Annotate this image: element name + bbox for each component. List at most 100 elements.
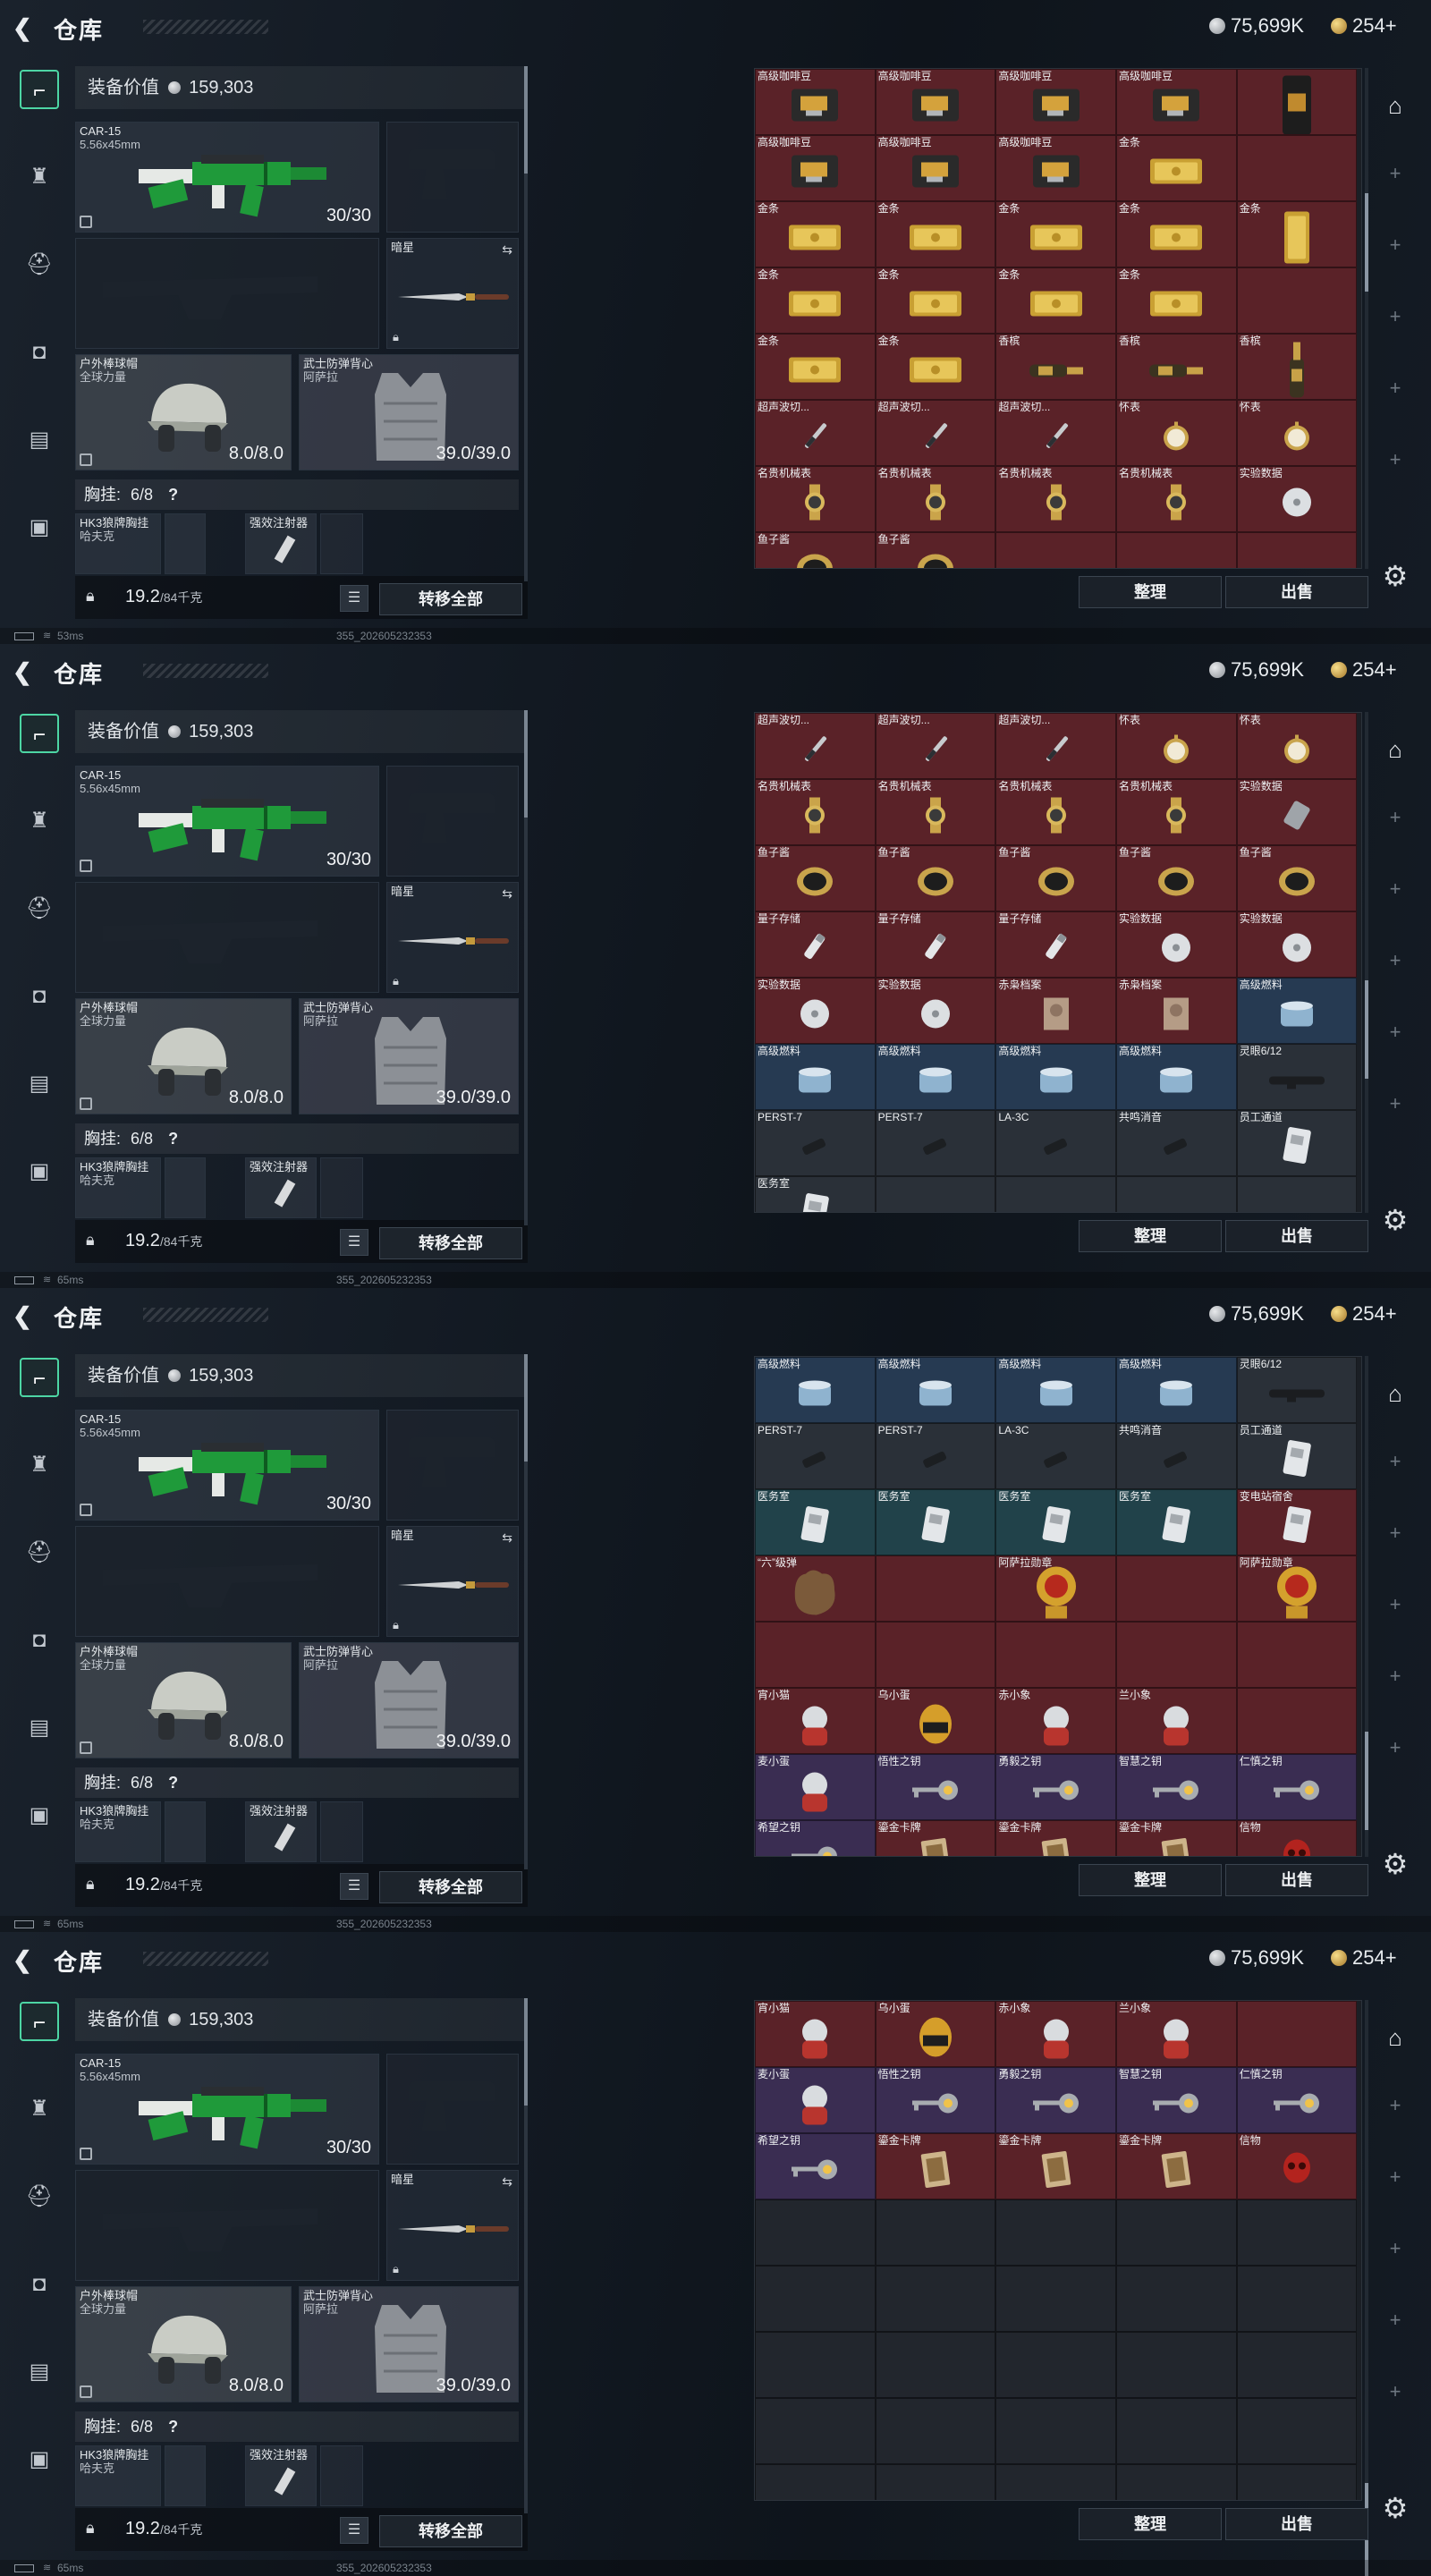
stash-item[interactable]: 鱼子酱 xyxy=(995,845,1117,911)
stash-item[interactable]: 鎏金卡牌 xyxy=(995,2133,1117,2199)
help-icon[interactable]: ? xyxy=(168,1130,178,1148)
grid-cell-empty[interactable] xyxy=(755,1622,876,1688)
empty-chest-slot[interactable] xyxy=(320,1157,363,1218)
stash-item[interactable]: 高级咖啡豆 xyxy=(755,135,876,201)
stash-scrollbar[interactable] xyxy=(1365,68,1368,569)
loadout-scrollbar[interactable] xyxy=(524,1998,528,2513)
secondary-weapon-slot[interactable] xyxy=(75,1526,379,1637)
case-icon[interactable]: ▣ xyxy=(20,1152,59,1191)
stash-item[interactable]: 鱼子酱 xyxy=(1236,845,1358,911)
chest-item-slot[interactable] xyxy=(165,513,206,574)
pouch-icon[interactable]: ▤ xyxy=(20,1064,59,1104)
stash-item[interactable]: 灵眼6/12 xyxy=(1236,1357,1358,1423)
stash-item[interactable]: 悟性之钥 xyxy=(875,2067,996,2133)
stash-item[interactable]: PERST-7 xyxy=(755,1110,876,1176)
list-view-button[interactable]: ☰ xyxy=(340,2517,368,2544)
stash-item[interactable]: 怀表 xyxy=(1236,400,1358,466)
stash-item[interactable]: 员工通道 xyxy=(1236,1110,1358,1176)
stash-item[interactable]: 量子存储 xyxy=(875,911,996,978)
stash-item[interactable]: 名贵机械表 xyxy=(1116,779,1237,845)
helmet-slot[interactable]: 户外棒球帽 全球力量 8.0/8.0 xyxy=(75,1642,292,1758)
stash-item[interactable]: 悟性之钥 xyxy=(875,1754,996,1820)
chest-rig-slot[interactable]: HK3狼牌胸挂 哈夫克 xyxy=(75,2445,161,2506)
stash-item[interactable]: 医务室 xyxy=(875,1489,996,1555)
pistol-slot[interactable] xyxy=(386,1410,519,1521)
stash-item[interactable]: 仁慎之钥 xyxy=(1236,2067,1358,2133)
transfer-all-button[interactable]: 转移全部 xyxy=(379,1871,522,1903)
stash-item[interactable]: 医务室 xyxy=(755,1176,876,1212)
stash-item[interactable]: 超声波切... xyxy=(995,400,1117,466)
stash-item[interactable]: 怀表 xyxy=(1236,713,1358,779)
pouch-icon[interactable]: ▤ xyxy=(20,1708,59,1748)
stash-item[interactable]: 名贵机械表 xyxy=(995,779,1117,845)
stash-item[interactable]: PERST-7 xyxy=(755,1423,876,1489)
pistol-icon[interactable]: ⌐ xyxy=(20,2002,59,2041)
grid-cell-empty[interactable] xyxy=(995,532,1117,568)
stash-item[interactable]: 金条 xyxy=(1116,267,1237,334)
grid-cell-empty[interactable] xyxy=(995,2464,1117,2500)
stash-item[interactable]: 名贵机械表 xyxy=(995,466,1117,532)
stash-item[interactable]: 香槟 xyxy=(995,334,1117,400)
grid-cell-empty[interactable] xyxy=(1116,2398,1237,2464)
grid-cell-empty[interactable] xyxy=(1116,2332,1237,2398)
stash-item[interactable]: 高级燃料 xyxy=(755,1357,876,1423)
stash-item[interactable]: 医务室 xyxy=(1116,1489,1237,1555)
stash-item[interactable]: 名贵机械表 xyxy=(875,466,996,532)
sort-button[interactable]: 整理 xyxy=(1079,1864,1222,1896)
grid-cell-empty[interactable] xyxy=(1236,2398,1358,2464)
add-tab-icon[interactable]: + xyxy=(1374,1658,1417,1694)
settings-gear-icon[interactable]: ⚙ xyxy=(1377,1202,1413,1238)
stash-item[interactable]: 金条 xyxy=(755,201,876,267)
helmet-slot[interactable]: 户外棒球帽 全球力量 8.0/8.0 xyxy=(75,354,292,470)
lock-icon[interactable]: 🔒︎ xyxy=(86,587,104,606)
stash-item[interactable]: 智慧之钥 xyxy=(1116,2067,1237,2133)
stash-item[interactable]: 高级燃料 xyxy=(1116,1044,1237,1110)
primary-weapon-slot[interactable]: CAR-15 5.56x45mm 30/30 xyxy=(75,1410,379,1521)
injector-slot[interactable]: 强效注射器 xyxy=(245,1801,317,1862)
empty-chest-slot[interactable] xyxy=(320,513,363,574)
stash-item[interactable]: 高级燃料 xyxy=(1236,978,1358,1044)
grid-cell-empty[interactable] xyxy=(1116,532,1237,568)
grid-cell-empty[interactable] xyxy=(1236,1688,1358,1754)
stash-item[interactable]: PERST-7 xyxy=(875,1110,996,1176)
stash-item[interactable]: 超声波切... xyxy=(755,713,876,779)
pouch-icon[interactable]: ▤ xyxy=(20,2352,59,2392)
case-icon[interactable]: ▣ xyxy=(20,2440,59,2479)
melee-slot[interactable]: 暗星 ⇆ 🔒︎ xyxy=(386,2170,519,2281)
stash-item[interactable]: 超声波切... xyxy=(875,400,996,466)
stash-item[interactable]: 实验数据 xyxy=(1236,911,1358,978)
stash-item[interactable]: 高级燃料 xyxy=(875,1357,996,1423)
stash-item[interactable]: 超声波切... xyxy=(755,400,876,466)
pistol-slot[interactable] xyxy=(386,122,519,233)
stash-item[interactable]: 怀表 xyxy=(1116,713,1237,779)
stash-icon[interactable]: ⌂ xyxy=(1374,84,1417,127)
stash-item[interactable]: 实验数据 xyxy=(1236,779,1358,845)
stash-item[interactable]: 赤枭档案 xyxy=(1116,978,1237,1044)
stash-item[interactable]: 员工通道 xyxy=(1236,1423,1358,1489)
stash-item[interactable]: 金条 xyxy=(875,201,996,267)
sell-button[interactable]: 出售 xyxy=(1225,1864,1368,1896)
add-tab-icon[interactable]: + xyxy=(1374,2374,1417,2410)
help-icon[interactable]: ? xyxy=(168,486,178,504)
injector-slot[interactable]: 强效注射器 xyxy=(245,1157,317,1218)
vest-icon[interactable]: ♜ xyxy=(20,801,59,841)
empty-chest-slot[interactable] xyxy=(320,2445,363,2506)
gold-currency[interactable]: 254+ xyxy=(1331,14,1397,38)
list-view-button[interactable]: ☰ xyxy=(340,1873,368,1900)
grid-cell-empty[interactable] xyxy=(875,1555,996,1622)
stash-item[interactable]: 鱼子酱 xyxy=(875,532,996,568)
add-tab-icon[interactable]: + xyxy=(1374,1587,1417,1623)
stash-item[interactable]: 高级燃料 xyxy=(875,1044,996,1110)
stash-item[interactable]: 金条 xyxy=(875,334,996,400)
stash-item[interactable]: 超声波切... xyxy=(995,713,1117,779)
stash-item[interactable]: 鱼子酱 xyxy=(755,845,876,911)
back-button[interactable]: ❮ xyxy=(13,658,39,685)
grid-cell-empty[interactable] xyxy=(875,1176,996,1212)
stash-item[interactable]: 量子存储 xyxy=(995,911,1117,978)
stash-item[interactable]: 高级咖啡豆 xyxy=(995,69,1117,135)
chest-rig-slot[interactable]: HK3狼牌胸挂 哈夫克 xyxy=(75,513,161,574)
grid-cell-empty[interactable] xyxy=(1116,2464,1237,2500)
stash-item[interactable]: 实验数据 xyxy=(875,978,996,1044)
lock-icon[interactable]: 🔒︎ xyxy=(86,1875,104,1894)
add-tab-icon[interactable]: + xyxy=(1374,800,1417,835)
